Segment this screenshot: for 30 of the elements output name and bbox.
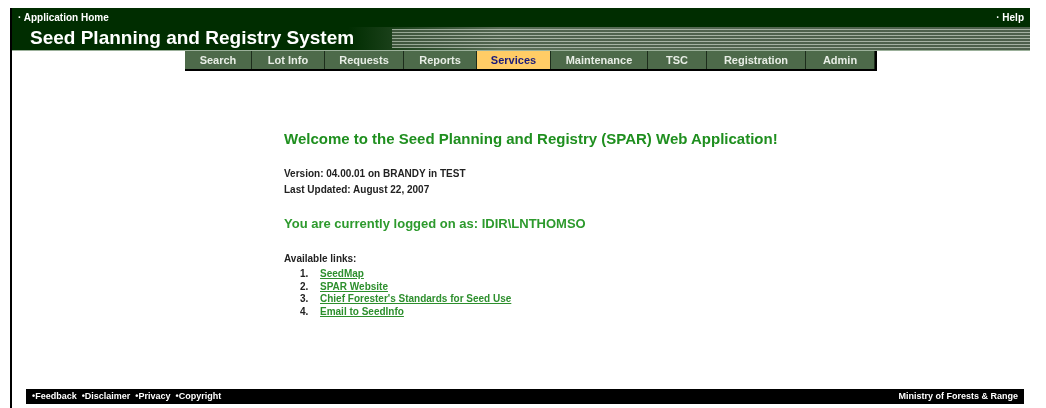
application-home-link[interactable]: · Application Home: [18, 10, 109, 25]
welcome-heading: Welcome to the Seed Planning and Registry (SPAR) Web Application!: [284, 130, 779, 148]
available-link[interactable]: Email to SeedInfo: [320, 305, 404, 318]
nav-tab[interactable]: Requests: [325, 51, 404, 69]
nav-tab[interactable]: Admin: [806, 51, 875, 69]
app-title: Seed Planning and Registry System: [29, 26, 355, 51]
footer-link[interactable]: •Privacy: [135, 389, 171, 404]
footer-link[interactable]: •Feedback: [32, 389, 77, 404]
last-updated-text: Last Updated: August 22, 2007: [284, 183, 431, 197]
nav-tab[interactable]: Lot Info: [252, 51, 325, 69]
nav-tab[interactable]: Reports: [404, 51, 477, 69]
nav-tab[interactable]: Search: [185, 51, 252, 69]
links-heading: Available links:: [284, 252, 358, 266]
nav-tab[interactable]: Maintenance: [551, 51, 648, 69]
available-link[interactable]: Chief Forester's Standards for Seed Use: [320, 293, 512, 306]
available-link[interactable]: SPAR Website: [320, 280, 388, 293]
logged-on-text: You are currently logged on as: IDIR\LNTHOMSO: [284, 216, 587, 232]
footer-link[interactable]: •Disclaimer: [81, 389, 131, 404]
footer-link[interactable]: •Copyright: [175, 389, 222, 404]
list-number: 2.: [300, 280, 310, 293]
nav-tab[interactable]: TSC: [648, 51, 707, 69]
help-link[interactable]: · Help: [996, 10, 1024, 25]
list-number: 1.: [300, 268, 310, 281]
nav-tab[interactable]: Registration: [707, 51, 806, 69]
list-number: 4.: [300, 305, 310, 318]
ministry-name: Ministry of Forests & Range: [898, 389, 1018, 403]
nav-tab[interactable]: Services: [477, 51, 551, 69]
version-text: Version: 04.00.01 on BRANDY in TEST: [284, 167, 467, 181]
available-link[interactable]: SeedMap: [320, 268, 364, 281]
list-number: 3.: [300, 293, 310, 306]
